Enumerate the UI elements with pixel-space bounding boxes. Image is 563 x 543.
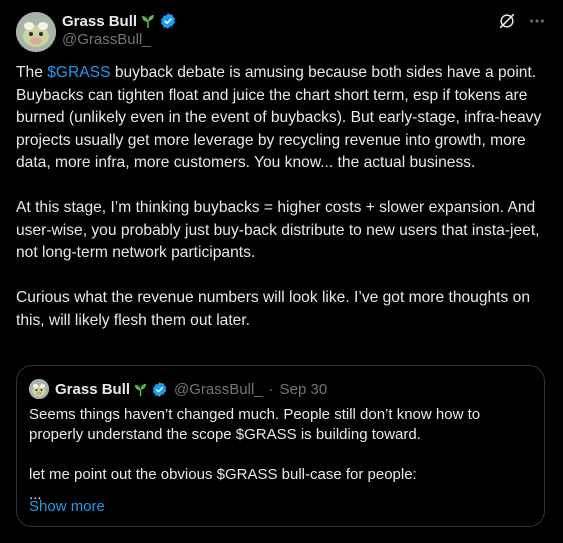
sprout-icon: [142, 15, 155, 28]
quoted-text: Seems things haven’t changed much. Peopl…: [29, 405, 529, 505]
quoted-separator: ·: [268, 380, 274, 398]
more-icon[interactable]: [527, 11, 547, 31]
tweet-paragraph-1: The $GRASS buyback debate is amusing bec…: [16, 62, 544, 175]
tweet-text: The $GRASS buyback debate is amusing bec…: [16, 62, 544, 332]
sprout-icon: [134, 383, 147, 396]
quoted-header: Grass Bull @GrassBull_ · Sep 30: [55, 379, 327, 399]
tweet-paragraph-2: At this stage, I’m thinking buybacks = h…: [16, 199, 544, 261]
grok-icon[interactable]: [497, 11, 517, 31]
top-actions: [497, 11, 547, 31]
quoted-tweet[interactable]: Grass Bull @GrassBull_ · Sep 30 Seems th…: [16, 365, 545, 527]
cashtag-link[interactable]: $GRASS: [47, 64, 110, 81]
verified-badge-icon: [160, 13, 176, 29]
quoted-date: Sep 30: [279, 380, 328, 398]
quoted-paragraph-2: let me point out the obvious $GRASS bull…: [29, 466, 417, 483]
tweet: Grass Bull @GrassBull_ The $GRASS buybac…: [0, 0, 563, 543]
display-name[interactable]: Grass Bull: [62, 13, 137, 30]
avatar-bull-image: [16, 12, 56, 52]
author-name-row: Grass Bull: [62, 11, 177, 31]
verified-badge-icon: [152, 381, 167, 397]
quoted-paragraph-1: Seems things haven’t changed much. Peopl…: [29, 406, 485, 443]
quoted-display-name: Grass Bull: [55, 380, 131, 398]
avatar[interactable]: [16, 12, 56, 52]
author-handle[interactable]: @GrassBull_: [62, 31, 151, 48]
quoted-handle: @GrassBull_: [174, 380, 263, 398]
quoted-avatar: [29, 379, 49, 399]
show-more-link[interactable]: Show more: [29, 498, 105, 515]
text-span: The: [16, 64, 48, 81]
tweet-paragraph-3: Curious what the revenue numbers will lo…: [16, 289, 535, 329]
